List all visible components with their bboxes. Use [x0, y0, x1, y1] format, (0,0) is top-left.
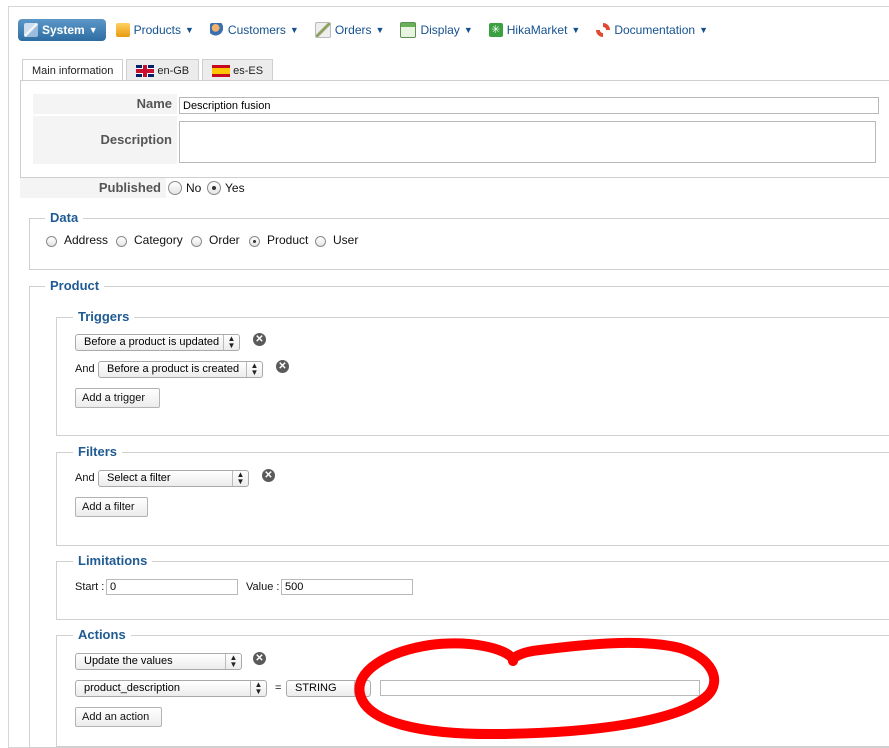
caret-down-icon: ▼ [184, 25, 194, 35]
caret-down-icon: ▼ [289, 25, 299, 35]
select-arrows-icon: ▲ ▼ [250, 681, 266, 696]
users-icon [209, 23, 224, 37]
box-icon [115, 23, 130, 37]
equals-sign: = [275, 682, 282, 694]
filter-select-1[interactable]: Select a filter ▲ ▼ [98, 470, 249, 487]
select-arrows-icon [354, 681, 370, 696]
menu-documentation[interactable]: Documentation ▼ [590, 19, 714, 41]
actions-legend: Actions [73, 627, 131, 642]
menu-hikamarket[interactable]: ✳ HikaMarket ▼ [483, 19, 587, 41]
data-product-radio[interactable] [249, 236, 260, 247]
value-label: Value : [246, 581, 280, 593]
hikamarket-icon: ✳ [488, 23, 503, 37]
menu-display[interactable]: Display ▼ [394, 19, 478, 41]
add-action-button[interactable]: Add an action [75, 707, 162, 727]
menu-customers[interactable]: Customers ▼ [204, 19, 305, 41]
published-no-label: No [186, 181, 202, 195]
trigger-select-2[interactable]: Before a product is created ▲ ▼ [98, 361, 263, 378]
lifebuoy-icon [596, 23, 611, 37]
data-address-label: Address [64, 233, 109, 247]
tab-es-es[interactable]: es-ES [202, 59, 274, 81]
start-label: Start : [75, 581, 105, 593]
caret-down-icon: ▼ [571, 25, 581, 35]
add-filter-button[interactable]: Add a filter [75, 497, 148, 517]
tab-main-information[interactable]: Main information [22, 59, 124, 82]
wand-icon [24, 23, 38, 37]
window-icon [400, 22, 417, 38]
spain-flag-icon [212, 64, 231, 77]
filters-fieldset [56, 452, 889, 546]
start-input[interactable] [106, 579, 238, 595]
value-type-select[interactable]: STRING [286, 680, 371, 697]
published-label: Published [20, 178, 166, 198]
value-input[interactable] [281, 579, 413, 595]
add-trigger-button[interactable]: Add a trigger [75, 388, 160, 408]
data-user-radio[interactable] [315, 236, 326, 247]
top-menu-bar: System ▼ Products ▼ Customers ▼ Orders ▼ Dis… [18, 18, 718, 42]
menu-products[interactable]: Products ▼ [110, 19, 200, 41]
caret-down-icon: ▼ [88, 25, 98, 35]
remove-action-1-icon[interactable]: ✕ [253, 652, 266, 665]
select-arrows-icon: ▲ ▼ [246, 362, 262, 377]
action-select-1[interactable]: Update the values ▲ ▼ [75, 653, 242, 670]
select-arrows-icon: ▲ ▼ [223, 335, 239, 350]
published-yes-radio[interactable] [207, 181, 221, 195]
trigger-select-1[interactable]: Before a product is updated ▲ ▼ [75, 334, 240, 351]
caret-down-icon: ▼ [699, 25, 708, 35]
limitations-legend: Limitations [73, 553, 153, 568]
data-user-label: User [333, 233, 359, 247]
name-label: Name [33, 94, 177, 114]
tab-en-gb[interactable]: en-GB [126, 59, 200, 81]
menu-orders[interactable]: Orders ▼ [309, 19, 391, 41]
caret-down-icon: ▼ [463, 25, 473, 35]
language-tabs: Main information en-GB es-ES [22, 59, 276, 82]
column-select[interactable]: product_description ▲ ▼ [75, 680, 267, 697]
menu-system[interactable]: System ▼ [18, 19, 106, 41]
uk-flag-icon [136, 64, 155, 77]
data-address-radio[interactable] [46, 236, 57, 247]
remove-filter-1-icon[interactable]: ✕ [262, 469, 275, 482]
triggers-legend: Triggers [73, 309, 135, 324]
trigger-and-label: And [75, 363, 95, 375]
remove-trigger-2-icon[interactable]: ✕ [276, 360, 289, 373]
description-textarea[interactable] [179, 121, 876, 163]
published-yes-label: Yes [225, 181, 245, 195]
filter-and-label: And [75, 472, 95, 484]
published-no-radio[interactable] [168, 181, 182, 195]
data-product-label: Product [267, 233, 309, 247]
select-arrows-icon: ▲ ▼ [225, 654, 241, 669]
data-category-radio[interactable] [116, 236, 127, 247]
data-order-radio[interactable] [191, 236, 202, 247]
product-legend: Product [45, 278, 105, 293]
select-arrows-icon: ▲ ▼ [232, 471, 248, 486]
published-row: Published No Yes [20, 178, 889, 200]
data-order-label: Order [209, 233, 240, 247]
caret-down-icon: ▼ [375, 25, 385, 35]
filters-legend: Filters [73, 444, 123, 459]
update-value-input[interactable] [380, 680, 700, 696]
data-category-label: Category [134, 233, 183, 247]
remove-trigger-1-icon[interactable]: ✕ [253, 333, 266, 346]
pen-doc-icon [314, 22, 331, 38]
data-legend: Data [45, 210, 84, 225]
description-label: Description [33, 116, 177, 164]
name-input[interactable] [179, 97, 879, 114]
